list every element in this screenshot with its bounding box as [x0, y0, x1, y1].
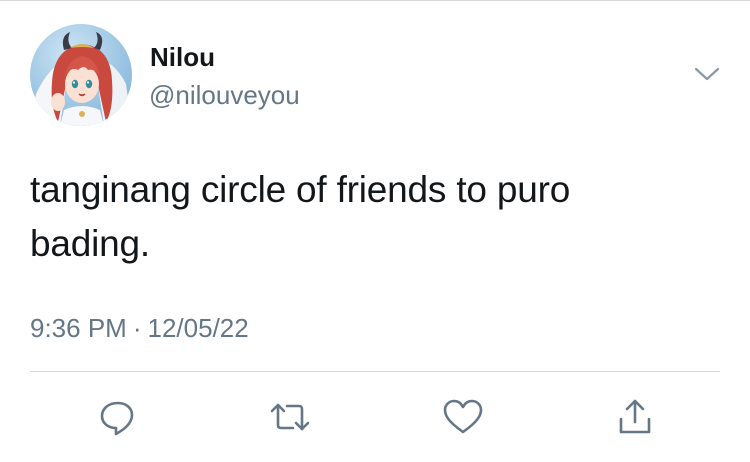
share-button[interactable] [613, 397, 657, 437]
tweet-time: 9:36 PM [30, 313, 127, 343]
retweet-button[interactable] [268, 397, 312, 437]
anime-character-avatar-icon [30, 24, 132, 126]
heart-icon [443, 399, 483, 434]
action-divider [30, 371, 720, 372]
share-upload-icon [619, 399, 651, 434]
tweet-date: 12/05/22 [147, 313, 249, 343]
top-divider [0, 0, 750, 1]
speech-bubble-icon [100, 401, 134, 436]
tweet-text: tanginang circle of friends to puro badi… [30, 163, 720, 271]
tweet-timestamp[interactable]: 9:36 PM · 12/05/22 [30, 313, 249, 343]
reply-button[interactable] [96, 397, 140, 437]
retweet-arrows-icon [270, 403, 310, 431]
meta-separator: · [132, 313, 142, 343]
display-name[interactable]: Nilou [150, 42, 215, 72]
tweet-text-line: tanginang circle of friends to puro [30, 169, 571, 210]
like-button[interactable] [441, 397, 485, 437]
more-options-chevron-down-icon[interactable] [691, 60, 723, 88]
tweet-card: Nilou @nilouveyou tanginang circle of fr… [0, 0, 750, 462]
avatar[interactable] [30, 24, 132, 126]
tweet-text-line: bading. [30, 223, 150, 264]
user-handle[interactable]: @nilouveyou [149, 80, 300, 110]
